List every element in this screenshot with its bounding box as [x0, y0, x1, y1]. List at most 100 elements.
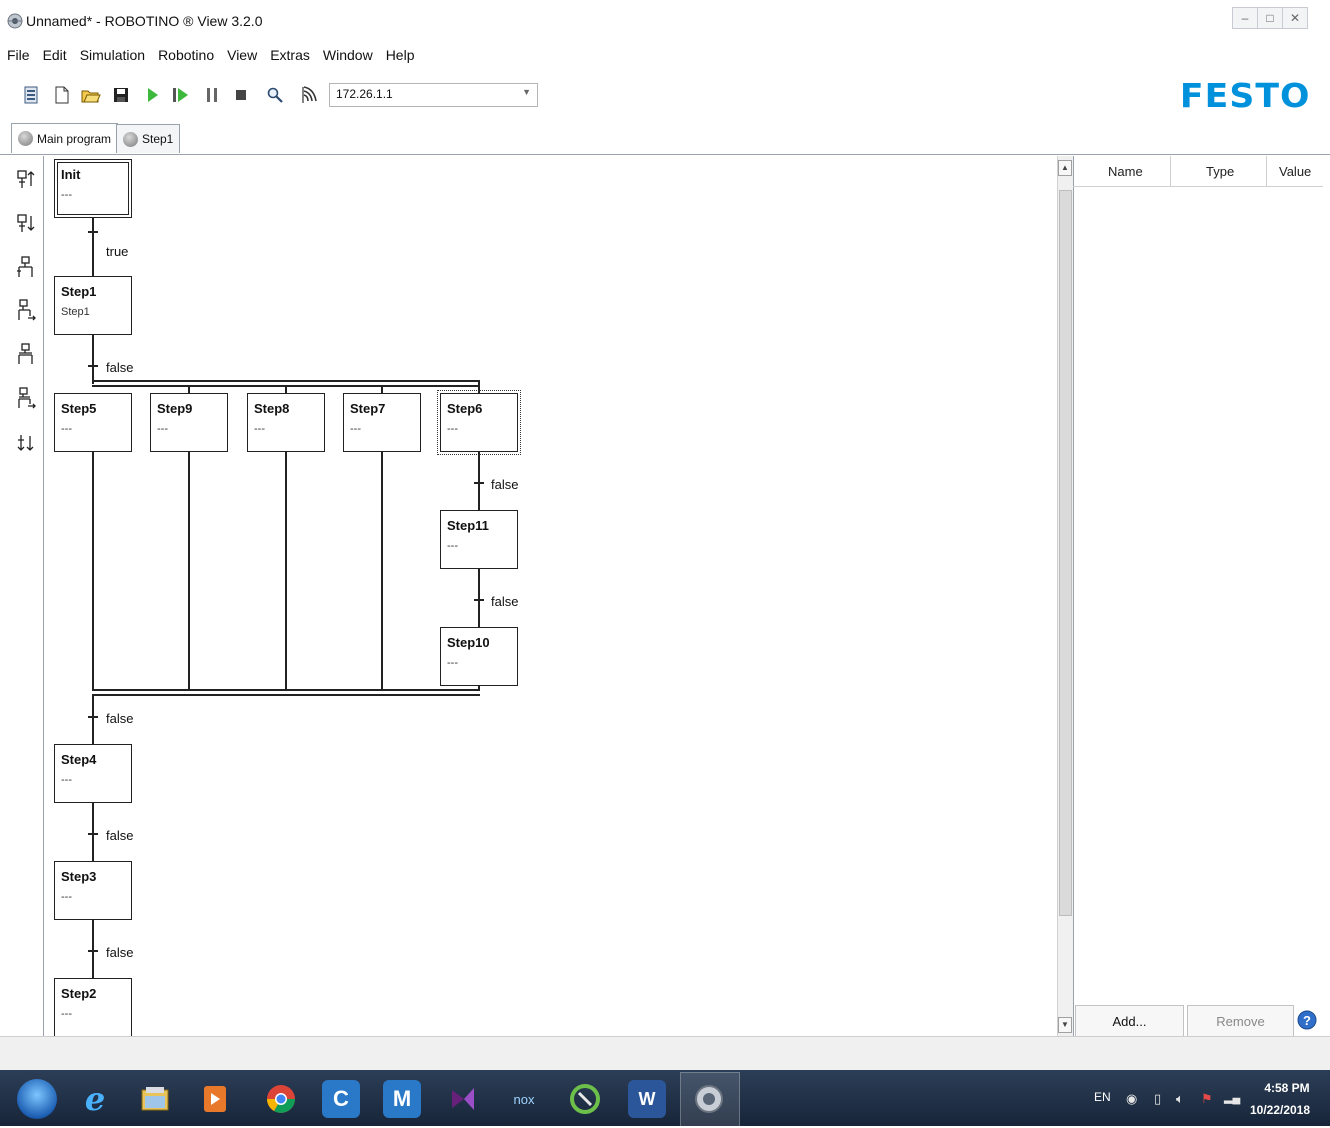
menu-extras[interactable]: Extras [263, 42, 316, 68]
menu-file[interactable]: File [0, 42, 36, 68]
grafcet-canvas[interactable] [43, 156, 1057, 1037]
step-name: Init [61, 167, 81, 182]
step-step4[interactable]: Step4 --- [54, 744, 132, 803]
tab-main-program[interactable]: Main program [11, 123, 119, 153]
remove-variable-button[interactable]: Remove [1187, 1005, 1294, 1037]
nox-icon[interactable]: nox [505, 1080, 543, 1118]
transition-condition[interactable]: false [491, 594, 518, 609]
visual-studio-icon[interactable] [444, 1080, 482, 1118]
green-app-icon[interactable] [566, 1080, 604, 1118]
connection-line [478, 568, 480, 628]
step-step8[interactable]: Step8 --- [247, 393, 325, 452]
step-step11[interactable]: Step11 --- [440, 510, 518, 569]
menu-help[interactable]: Help [379, 42, 421, 68]
transition-condition[interactable]: false [491, 477, 518, 492]
close-button[interactable]: ✕ [1282, 7, 1308, 29]
step-description: --- [61, 1008, 72, 1020]
toggle-icon[interactable]: ◉ [1126, 1091, 1137, 1107]
new-file-icon[interactable] [51, 83, 73, 107]
pause-icon[interactable] [201, 83, 223, 107]
tab-step1[interactable]: Step1 [116, 124, 181, 153]
step-step2[interactable]: Step2 --- [54, 978, 132, 1037]
add-variable-button[interactable]: Add... [1075, 1005, 1184, 1037]
open-folder-icon[interactable] [80, 83, 102, 107]
step-description: --- [254, 423, 265, 435]
stop-icon[interactable] [230, 83, 252, 107]
menu-window[interactable]: Window [316, 42, 379, 68]
step-step1[interactable]: Step1 Step1 [54, 276, 132, 335]
run-icon[interactable] [142, 83, 164, 107]
insert-branch-right-icon[interactable] [16, 298, 36, 322]
robotino-view-icon[interactable] [690, 1080, 728, 1118]
menu-robotino[interactable]: Robotino [151, 42, 220, 68]
clock-date[interactable]: 10/22/2018 [1248, 1103, 1312, 1117]
column-value[interactable]: Value [1279, 164, 1311, 179]
search-icon[interactable] [264, 83, 286, 107]
menu-edit[interactable]: Edit [36, 42, 73, 68]
m-app-icon[interactable]: M [383, 1080, 421, 1118]
step-run-icon[interactable] [170, 83, 192, 107]
menu-view[interactable]: View [220, 42, 263, 68]
program-icon [18, 131, 33, 146]
column-divider[interactable] [1170, 156, 1171, 186]
column-divider[interactable] [1266, 156, 1267, 186]
step-step9[interactable]: Step9 --- [150, 393, 228, 452]
battery-icon[interactable]: ▯ [1154, 1091, 1161, 1107]
connection-line [92, 695, 94, 745]
scrollbar-thumb[interactable] [1059, 190, 1072, 916]
maximize-button[interactable]: □ [1257, 7, 1283, 29]
chevron-down-icon[interactable]: ▼ [522, 87, 531, 97]
step-step10[interactable]: Step10 --- [440, 627, 518, 686]
menu-simulation[interactable]: Simulation [73, 42, 151, 68]
insert-parallel-left-icon[interactable] [16, 342, 36, 366]
language-indicator[interactable]: EN [1094, 1090, 1111, 1104]
column-name[interactable]: Name [1108, 164, 1143, 179]
word-icon[interactable]: W [628, 1080, 666, 1118]
scroll-up-icon[interactable]: ▲ [1058, 160, 1072, 176]
step-step7[interactable]: Step7 --- [343, 393, 421, 452]
save-icon[interactable] [110, 83, 132, 107]
help-icon[interactable]: ? [1296, 1008, 1318, 1032]
transition-bar[interactable] [88, 365, 98, 367]
column-type[interactable]: Type [1206, 164, 1234, 179]
transition-condition[interactable]: false [106, 945, 133, 960]
transition-bar[interactable] [474, 599, 484, 601]
minimize-button[interactable]: – [1232, 7, 1258, 29]
tab-strip [0, 118, 1330, 155]
insert-step-below-icon[interactable] [16, 212, 36, 236]
start-orb-icon[interactable] [17, 1079, 57, 1119]
transition-bar[interactable] [88, 950, 98, 952]
connection-line [92, 802, 94, 862]
insert-parallel-right-icon[interactable] [16, 386, 36, 410]
insert-branch-left-icon[interactable] [16, 255, 36, 279]
chrome-icon[interactable] [262, 1080, 300, 1118]
transition-condition[interactable]: true [106, 244, 128, 259]
scroll-down-icon[interactable]: ▼ [1058, 1017, 1072, 1033]
network-warning-icon[interactable]: ⚑ [1201, 1091, 1213, 1107]
transition-condition[interactable]: false [106, 711, 133, 726]
step-name: Step8 [254, 401, 290, 416]
transition-condition[interactable]: false [106, 360, 133, 375]
file-explorer-icon[interactable] [136, 1080, 174, 1118]
clock-time[interactable]: 4:58 PM [1255, 1081, 1319, 1095]
transition-bar[interactable] [474, 482, 484, 484]
c-app-icon[interactable]: C [322, 1080, 360, 1118]
volume-icon[interactable]: 🔈︎ [1176, 1091, 1184, 1107]
transition-condition[interactable]: false [106, 828, 133, 843]
step-init[interactable]: Init --- [54, 159, 132, 218]
ip-address-dropdown[interactable]: 172.26.1.1 ▼ [329, 83, 538, 107]
transition-bar[interactable] [88, 716, 98, 718]
transition-bar[interactable] [88, 231, 98, 233]
signal-icon[interactable]: ▂▄ [1224, 1091, 1240, 1104]
media-player-icon[interactable] [196, 1080, 234, 1118]
step-step3[interactable]: Step3 --- [54, 861, 132, 920]
step-step5[interactable]: Step5 --- [54, 393, 132, 452]
insert-step-above-icon[interactable] [16, 168, 36, 192]
properties-icon[interactable] [20, 83, 42, 107]
internet-explorer-icon[interactable]: e [76, 1080, 114, 1118]
step-step6[interactable]: Step6 --- [437, 390, 521, 455]
transition-bar[interactable] [88, 833, 98, 835]
wireless-connect-icon[interactable] [299, 83, 321, 107]
step-name: Step5 [61, 401, 97, 416]
insert-jump-icon[interactable] [16, 432, 36, 456]
